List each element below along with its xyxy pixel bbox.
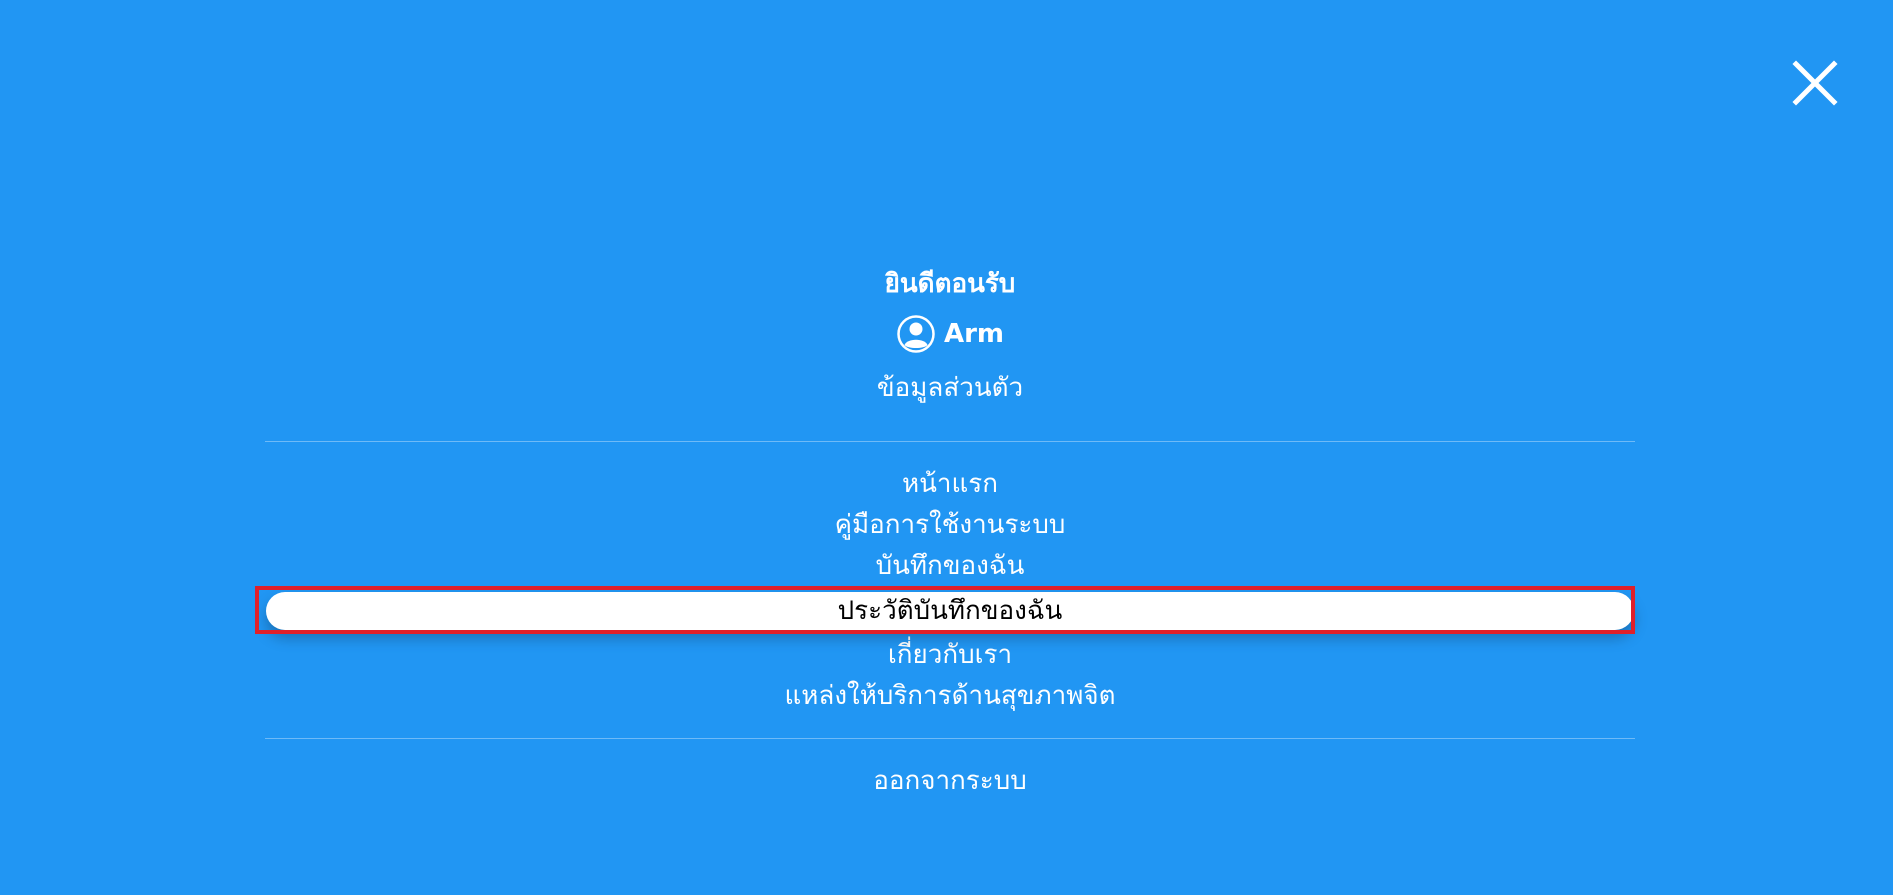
divider [265, 738, 1635, 739]
user-info: Arm [265, 306, 1635, 362]
user-circle-icon [896, 314, 936, 354]
menu-overlay: ยินดีตอนรับ Arm ข้อมูลส่วนตัว หน้าแรก คู… [0, 0, 1893, 895]
close-icon [1790, 58, 1840, 108]
nav-item-about-us[interactable]: เกี่ยวกับเรา [265, 635, 1635, 676]
nav-item-mental-health-services[interactable]: แหล่งให้บริการด้านสุขภาพจิต [265, 676, 1635, 717]
welcome-text: ยินดีตอนรับ [884, 269, 1016, 299]
nav-item-my-notes[interactable]: บันทึกของฉัน [265, 546, 1635, 587]
nav-item-note-history[interactable]: ประวัติบันทึกของฉัน [255, 586, 1635, 635]
nav-item-user-guide[interactable]: คู่มือการใช้งานระบบ [265, 505, 1635, 546]
user-name: Arm [943, 319, 1005, 349]
profile-link[interactable]: ข้อมูลส่วนตัว [265, 362, 1635, 414]
nav-list: หน้าแรก คู่มือการใช้งานระบบ บันทึกของฉัน… [255, 464, 1635, 717]
nav-item-label: ประวัติบันทึกของฉัน [837, 596, 1063, 626]
menu-panel: ยินดีตอนรับ Arm ข้อมูลส่วนตัว หน้าแรก คู… [255, 262, 1635, 803]
nav-item-home[interactable]: หน้าแรก [265, 464, 1635, 505]
divider [265, 441, 1635, 442]
close-button[interactable] [1790, 58, 1840, 108]
logout-button[interactable]: ออกจากระบบ [265, 759, 1635, 803]
